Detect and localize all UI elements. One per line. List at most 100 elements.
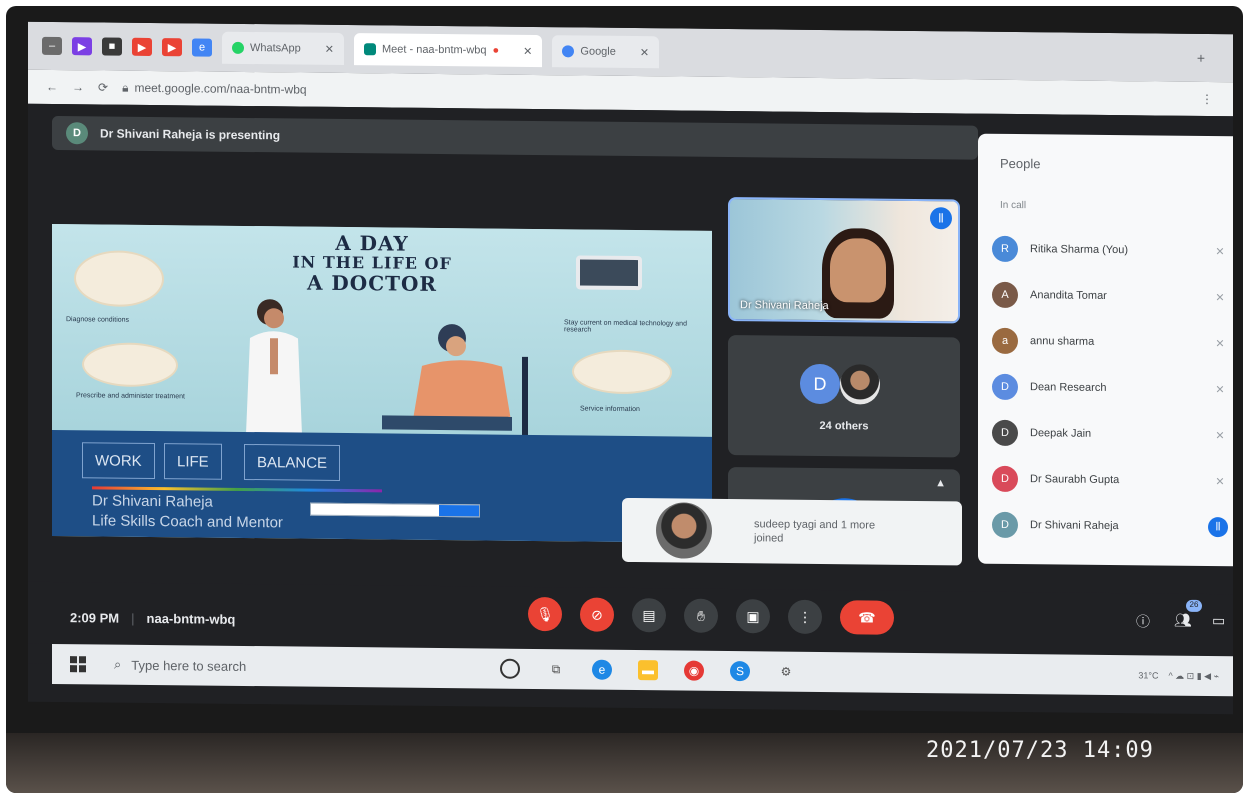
participant-name: Dr Saurabh Gupta: [1030, 473, 1120, 487]
avatar: D: [992, 373, 1018, 401]
tray-icons[interactable]: ^ ☁ ⊡ ▮ ◀ ⌁: [1168, 670, 1219, 682]
slide-embedded-input: [310, 502, 480, 518]
present-button[interactable]: ▣: [736, 599, 770, 634]
slide-title: A DAY IN THE LIFE OF A DOCTOR: [252, 231, 492, 296]
slide-title-line: A DOCTOR: [306, 270, 438, 296]
back-icon[interactable]: ←: [46, 80, 58, 94]
mic-off-icon: ✕: [1215, 291, 1225, 304]
search-icon: ⌕: [114, 656, 122, 672]
close-tab-icon[interactable]: ✕: [325, 42, 334, 55]
monitor-illustration: [576, 255, 642, 291]
bread-plate-illustration: [74, 250, 164, 308]
cortana-icon[interactable]: [500, 658, 520, 679]
participant-tile-main[interactable]: ⦀ Dr Shivani Raheja: [728, 197, 960, 324]
url-field[interactable]: 🔒︎ meet.google.com/naa-bntm-wbq: [122, 80, 306, 97]
presented-slide: A DAY IN THE LIFE OF A DOCTOR Diagnose c…: [52, 223, 712, 543]
minimize-icon[interactable]: –: [42, 36, 62, 56]
tab-google[interactable]: Google ✕: [552, 35, 660, 69]
avatar: D: [66, 122, 88, 145]
doctor-illustration: [246, 299, 302, 435]
people-section-label: In call: [1000, 199, 1027, 212]
list-item[interactable]: D Deepak Jain ✕: [992, 410, 1228, 458]
mic-off-icon: ✕: [1215, 245, 1225, 258]
leave-call-button[interactable]: ☎︎: [840, 600, 894, 635]
slide-presenter-name: Dr Shivani Raheja: [92, 492, 213, 511]
youtube-icon[interactable]: ▶: [162, 38, 182, 57]
bookmark-icon[interactable]: ■: [102, 37, 122, 56]
meet-icon: [363, 43, 376, 56]
mic-toggle-button[interactable]: 🎙︎: [528, 596, 562, 632]
food-plate-illustration: [82, 342, 178, 388]
file-explorer-icon[interactable]: ▬: [638, 660, 658, 681]
participant-count-badge: 26: [1186, 599, 1202, 612]
slide-caption: Service information: [580, 405, 640, 414]
recording-dot-icon: ●: [492, 44, 500, 57]
url-text: meet.google.com/naa-bntm-wbq: [134, 80, 307, 97]
info-icon[interactable]: ⓘ: [1136, 611, 1150, 631]
camera-off-icon: ⊘: [591, 606, 603, 623]
reload-icon[interactable]: ⟳: [98, 80, 108, 94]
windows-start-icon[interactable]: [70, 656, 86, 673]
monitor-screen: – ▶ ■ ▶ ▶ e WhatsApp ✕ Meet - naa-bntm-w…: [28, 21, 1233, 715]
photo-frame: – ▶ ■ ▶ ▶ e WhatsApp ✕ Meet - naa-bntm-w…: [6, 6, 1243, 793]
divider: |: [131, 610, 135, 626]
slide-tag-work: WORK: [82, 442, 155, 480]
slide-caption: Stay current on medical technology and r…: [564, 319, 687, 334]
close-tab-icon[interactable]: ✕: [523, 44, 532, 57]
list-item[interactable]: D Dean Research ✕: [992, 364, 1228, 412]
avatar: D: [992, 511, 1018, 539]
avatar: A: [992, 281, 1018, 309]
list-item[interactable]: D Dr Shivani Raheja ⦀: [992, 502, 1228, 550]
participant-face: [830, 238, 886, 303]
skype-icon[interactable]: S: [730, 661, 750, 682]
youtube-icon[interactable]: ▶: [132, 37, 152, 56]
heart-plate-illustration: [572, 349, 672, 395]
task-view-icon[interactable]: ⧉: [546, 659, 566, 679]
list-item[interactable]: A Anandita Tomar ✕: [992, 272, 1228, 320]
people-panel: People In call R Ritika Sharma (You) ✕ A…: [978, 133, 1233, 567]
participant-name: Deepak Jain: [1030, 427, 1092, 440]
settings-gear-icon[interactable]: ⚙︎: [776, 662, 796, 682]
join-notification-text: sudeep tyagi and 1 more joined: [754, 518, 876, 545]
meeting-info: 2:09 PM | naa-bntm-wbq: [70, 610, 235, 627]
list-item[interactable]: D Dr Saurabh Gupta ✕: [992, 456, 1228, 504]
speaking-indicator-icon: ⦀: [1208, 517, 1228, 538]
taskbar-apps: ⧉ e ▬ ◉ S ⚙︎: [500, 658, 796, 682]
tab-meet[interactable]: Meet - naa-bntm-wbq ● ✕: [353, 33, 543, 68]
participant-name: Ritika Sharma (You): [1030, 243, 1129, 257]
forward-icon[interactable]: →: [72, 80, 84, 94]
slide-presenter-role: Life Skills Coach and Mentor: [92, 512, 283, 532]
close-tab-icon[interactable]: ✕: [640, 46, 649, 59]
captions-button[interactable]: ▤: [632, 598, 666, 633]
participant-tile-group[interactable]: D 24 others: [728, 335, 960, 458]
search-placeholder: Type here to search: [131, 657, 247, 674]
slide-footer: WORK LIFE BALANCE Dr Shivani Raheja Life…: [52, 429, 712, 543]
tab-label: WhatsApp: [250, 42, 301, 55]
people-icon[interactable]: 👥︎: [1174, 612, 1192, 629]
camera-toggle-button[interactable]: ⊘: [580, 597, 614, 632]
new-tab-icon[interactable]: +: [1197, 50, 1205, 66]
avatar: a: [992, 327, 1018, 355]
edge-icon[interactable]: e: [592, 659, 612, 680]
more-options-button[interactable]: ⋮: [788, 599, 822, 635]
play-icon[interactable]: ▶: [72, 37, 92, 56]
taskbar-search-field[interactable]: ⌕ Type here to search: [114, 657, 414, 676]
hang-up-icon: ☎︎: [858, 608, 876, 626]
avatar: D: [992, 419, 1018, 447]
more-vert-icon: ⋮: [798, 608, 812, 625]
extensions-icon[interactable]: ⋮: [1201, 92, 1213, 106]
raise-hand-button[interactable]: ✋︎: [684, 598, 718, 633]
photo-timestamp: 2021/07/23 14:09: [926, 738, 1154, 763]
edge-icon[interactable]: e: [192, 38, 212, 57]
tab-whatsapp[interactable]: WhatsApp ✕: [222, 31, 344, 65]
mic-off-icon: ✕: [1215, 337, 1225, 350]
list-item[interactable]: R Ritika Sharma (You) ✕: [992, 226, 1228, 274]
chat-icon[interactable]: ▭: [1212, 612, 1225, 629]
patient-illustration: [382, 324, 528, 437]
tile-name-label: Dr Shivani Raheja: [740, 299, 829, 313]
chrome-icon[interactable]: ◉: [684, 660, 704, 681]
avatar: D: [992, 465, 1018, 493]
slide-tag-balance: BALANCE: [244, 443, 341, 481]
list-item[interactable]: a annu sharma ✕: [992, 318, 1228, 366]
slide-caption: Diagnose conditions: [66, 316, 130, 324]
